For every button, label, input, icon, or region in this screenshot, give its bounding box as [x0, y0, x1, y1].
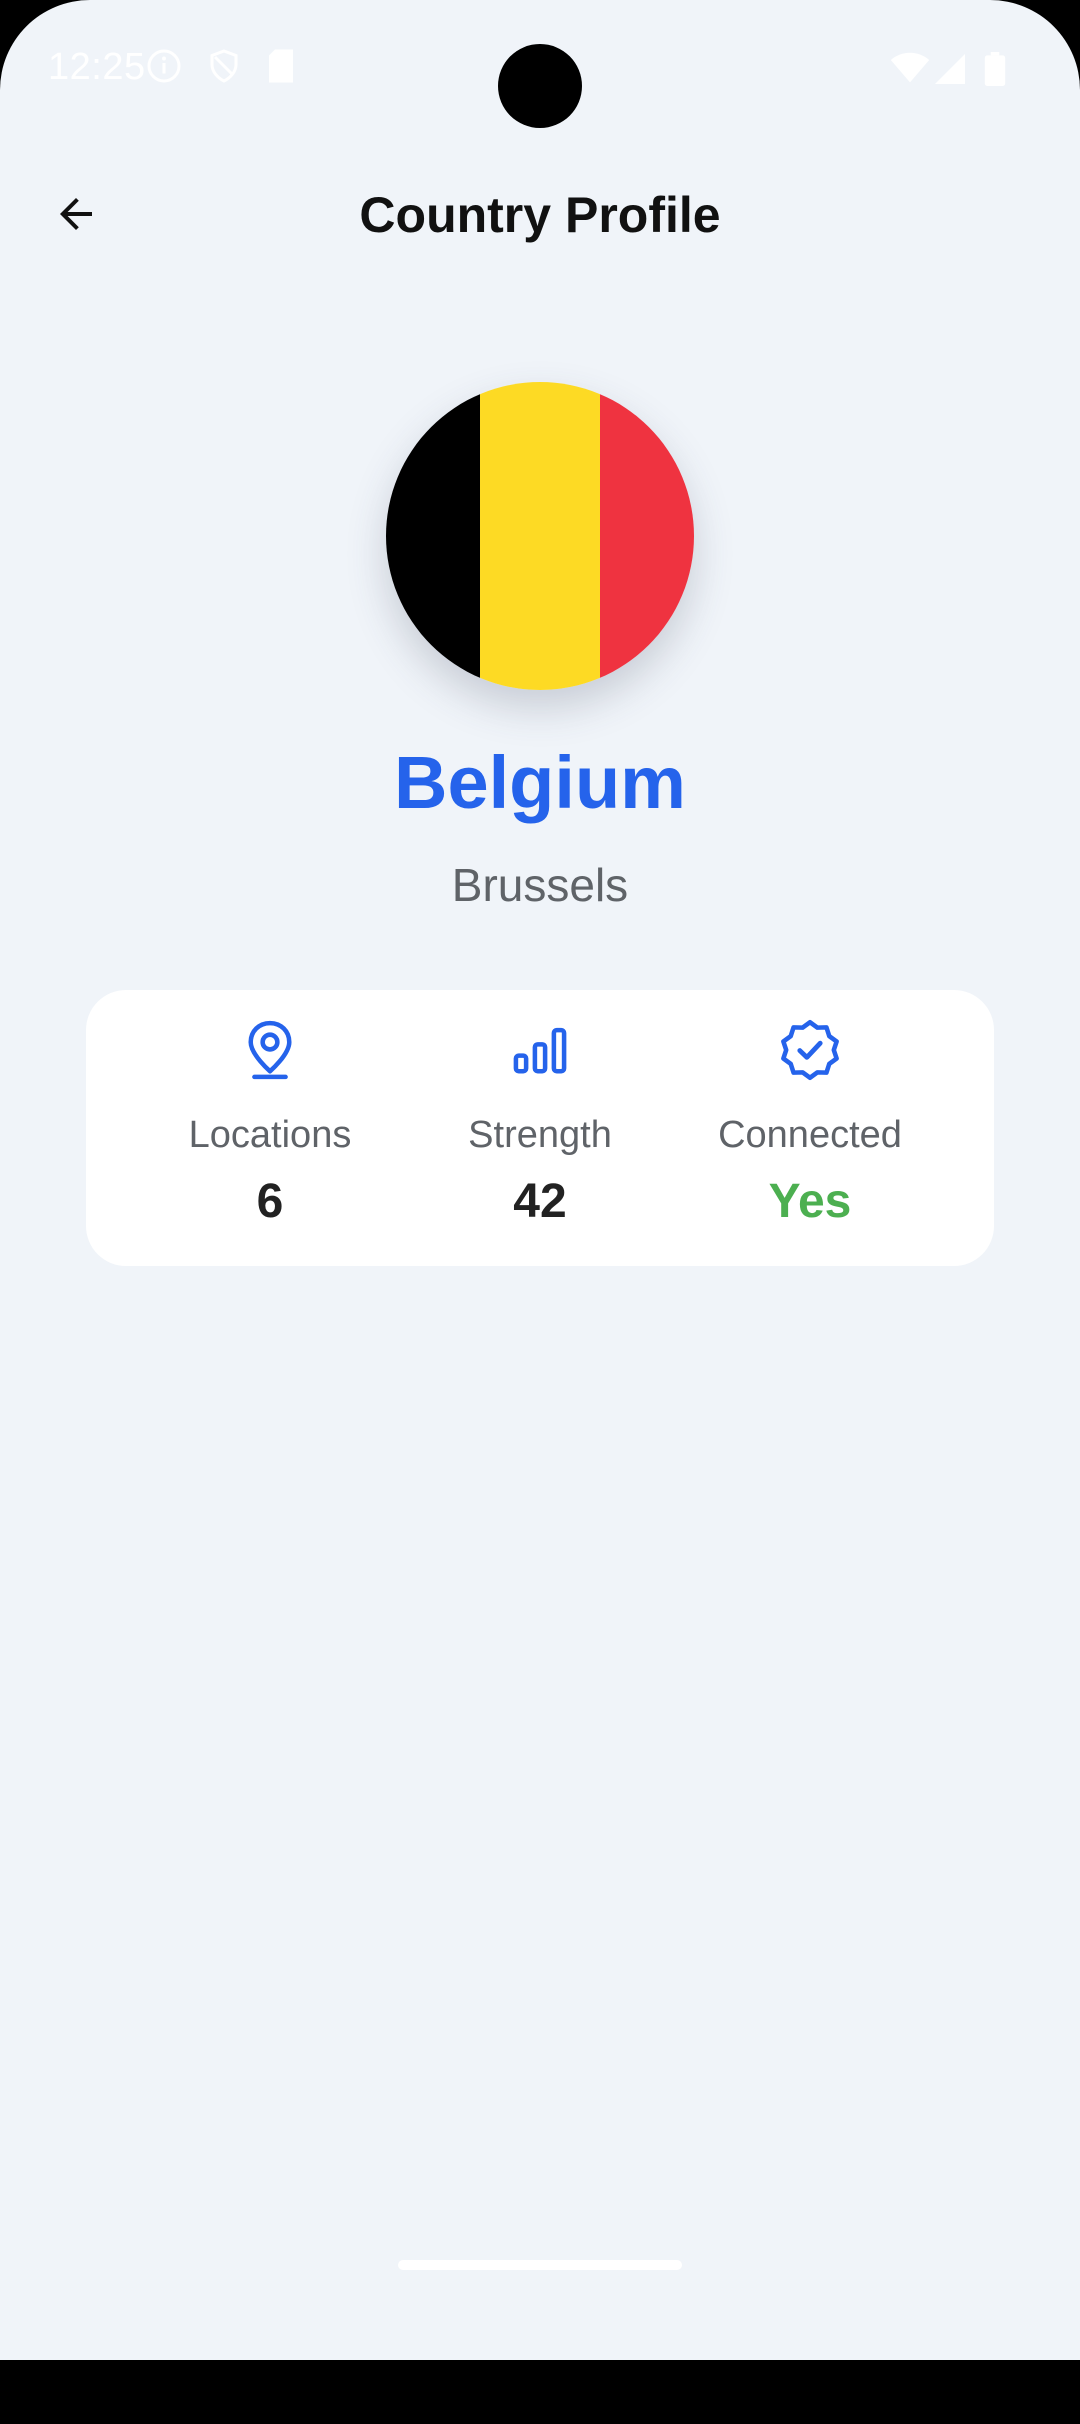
- stat-value: 6: [256, 1175, 284, 1228]
- app-screen: 12:25 Country Profile Belgium Brussels L…: [0, 0, 1080, 2360]
- stat-value: 42: [513, 1175, 567, 1228]
- stat-value-connected: Yes: [768, 1175, 852, 1228]
- status-time: 12:25: [48, 46, 146, 88]
- battery-icon: [984, 52, 1006, 91]
- flag-stripe-yellow: [480, 382, 600, 690]
- navigation-bar-area: [0, 2360, 1080, 2424]
- wifi-icon: [890, 52, 930, 89]
- status-bar: 12:25: [0, 0, 1080, 140]
- shield-icon: [206, 48, 242, 89]
- stat-locations: Locations 6: [120, 990, 420, 1266]
- flag-stripe-black: [386, 382, 480, 690]
- camera-cutout: [498, 44, 582, 128]
- country-flag: [386, 382, 694, 690]
- sim-card-icon: [266, 48, 296, 89]
- stat-label: Connected: [718, 1114, 902, 1156]
- stat-label: Strength: [468, 1114, 612, 1156]
- capital-name: Brussels: [451, 859, 629, 911]
- flag-stripe-red: [600, 382, 694, 690]
- stats-card: Locations 6 Strength 42 Connected Yes: [86, 990, 994, 1266]
- info-icon: [146, 48, 182, 89]
- top-app-bar: Country Profile: [0, 170, 1080, 262]
- signal-bars-icon: [506, 1016, 574, 1084]
- stat-connected: Connected Yes: [660, 990, 960, 1266]
- page-title: Country Profile: [359, 187, 721, 243]
- country-name: Belgium: [394, 741, 686, 824]
- gesture-handle[interactable]: [398, 2260, 682, 2270]
- cellular-signal-icon: [934, 54, 966, 89]
- stat-strength: Strength 42: [390, 990, 690, 1266]
- location-pin-icon: [236, 1016, 304, 1084]
- stat-label: Locations: [188, 1114, 352, 1156]
- verified-badge-icon: [776, 1016, 844, 1084]
